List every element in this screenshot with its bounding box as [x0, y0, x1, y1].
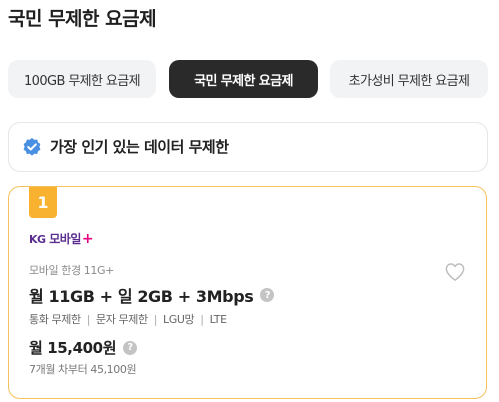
tab-value[interactable]: 초가성비 무제한 요금제	[330, 60, 488, 98]
verified-badge-icon	[23, 138, 41, 156]
monthly-price: 월 15,400원 ?	[29, 337, 138, 358]
feature-separator: |	[86, 313, 91, 326]
feature-list: 통화 무제한 | 문자 무제한 | LGU망 | LTE	[29, 311, 227, 327]
rank-badge: 1	[29, 187, 57, 218]
data-help-icon[interactable]: ?	[260, 288, 275, 302]
feature-lte: LTE	[209, 313, 227, 326]
feature-separator: |	[153, 313, 158, 326]
feature-sms: 문자 무제한	[96, 313, 148, 326]
feature-separator: |	[200, 313, 204, 326]
brand-suffix: +	[81, 231, 94, 247]
heart-icon[interactable]	[444, 262, 466, 282]
plan-tabs: 100GB 무제한 요금제 국민 무제한 요금제 초가성비 무제한 요금제	[8, 60, 488, 98]
page-title: 국민 무제한 요금제	[8, 8, 157, 30]
feature-call: 통화 무제한	[29, 313, 81, 326]
brand-logo: KG 모바일+	[29, 230, 94, 247]
tab-100gb[interactable]: 100GB 무제한 요금제	[8, 60, 156, 98]
tab-national[interactable]: 국민 무제한 요금제	[169, 60, 318, 98]
data-allowance-text: 월 11GB + 일 2GB + 3Mbps	[29, 287, 254, 306]
after-price: 7개월 차부터 45,100원	[29, 363, 137, 376]
popular-banner: 가장 인기 있는 데이터 무제한	[8, 122, 488, 172]
price-help-icon[interactable]: ?	[123, 340, 138, 355]
plan-name: 모바일 한경 11G+	[29, 264, 114, 277]
feature-network: LGU망	[163, 313, 195, 326]
data-allowance: 월 11GB + 일 2GB + 3Mbps ?	[29, 283, 275, 307]
monthly-price-text: 월 15,400원	[29, 339, 117, 357]
brand-name: 모바일	[49, 232, 81, 246]
brand-prefix: KG	[29, 233, 46, 246]
plan-card[interactable]: 1 KG 모바일+ 모바일 한경 11G+ 월 11GB + 일 2GB + 3…	[8, 186, 487, 399]
popular-text: 가장 인기 있는 데이터 무제한	[50, 138, 229, 156]
